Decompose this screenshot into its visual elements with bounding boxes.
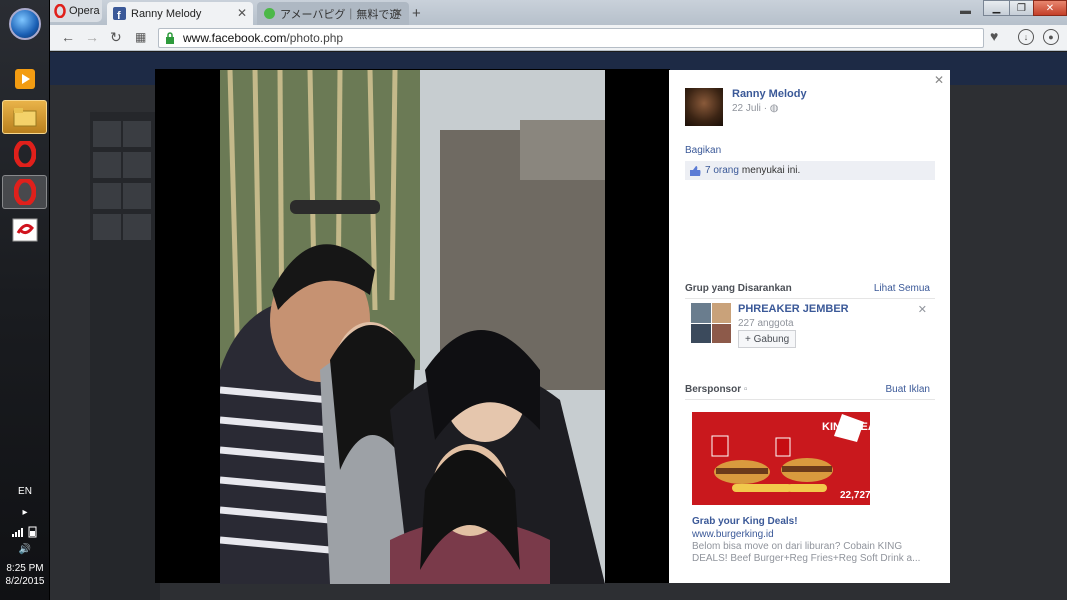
signal-icon [12,526,37,538]
speed-dial-grid-icon[interactable]: ▦ [135,30,146,44]
opera-browser-window: Opera f Ranny Melody ✕ アメーバピグ｜無料で遊 ✕ + ▬… [50,0,1067,600]
address-bar: ← → ↻ ▦ www.facebook.com/photo.php ♥ ↓ ● [50,25,1067,51]
svg-text:f: f [117,10,121,20]
likes-summary: 7 orang menyukai ini. [685,161,935,180]
url-field[interactable]: www.facebook.com/photo.php [158,28,984,48]
create-ad-link[interactable]: Buat Iklan [886,384,930,395]
share-link[interactable]: Bagikan [685,145,721,156]
new-tab-plus-icon[interactable]: + [412,5,421,22]
group-photo-tile [691,323,711,343]
media-player-taskbar-icon[interactable] [2,62,47,96]
thumbnail [123,152,151,178]
divider [685,399,935,400]
group-name-link[interactable]: PHREAKER JEMBER [738,303,849,315]
group-photo-tile [711,303,731,323]
tab-ameba-pigg[interactable]: アメーバピグ｜無料で遊 ✕ [257,2,409,25]
facebook-favicon-icon: f [113,7,126,20]
thumbnail [93,214,121,240]
suggested-groups-title: Grup yang Disarankan [685,283,792,294]
tab-label: Ranny Melody [131,7,202,20]
audience-globe-icon[interactable]: · ◍ [764,103,779,114]
poster-avatar[interactable] [685,88,723,126]
opera-active-taskbar-icon[interactable] [2,175,47,209]
thumbs-up-icon [690,165,701,176]
group-photo-tile [711,323,731,343]
system-clock[interactable]: 8:25 PM 8/2/2015 [0,562,50,588]
close-tab-icon[interactable]: ✕ [393,6,403,20]
back-arrow-icon[interactable]: ← [61,29,75,45]
ad-choices-icon[interactable]: ▫ [744,384,748,395]
group-photo[interactable] [691,303,731,343]
url-path: /photo.php [286,31,344,45]
ad-price-text: 22,727 [840,490,870,501]
download-icon[interactable]: ↓ [1018,29,1034,45]
opera-logo-icon [13,141,36,167]
close-viewer-icon[interactable]: ✕ [934,73,944,87]
start-button[interactable] [9,8,41,40]
tab-bar: Opera f Ranny Melody ✕ アメーバピグ｜無料で遊 ✕ + ▬… [50,0,1067,25]
lock-icon [166,32,174,44]
opera-logo-icon [54,4,66,18]
reload-icon[interactable]: ↻ [110,29,122,46]
ad-image[interactable]: KING DEALS 22,727 [692,412,870,505]
smartfren-icon [12,218,37,242]
minimize-button[interactable]: ▁ [983,0,1010,16]
language-indicator[interactable]: EN [0,486,50,497]
poster-name-link[interactable]: Ranny Melody [732,88,807,100]
sponsored-label: Bersponsor [685,384,742,395]
thumbnail [123,183,151,209]
forward-arrow-icon[interactable]: → [85,29,99,45]
ad-url-link[interactable]: www.burgerking.id [692,529,774,540]
thumbnail [123,121,151,147]
close-tab-icon[interactable]: ✕ [237,6,247,20]
ad-banner-text: KING DEALS [822,421,870,433]
tray-icons[interactable] [0,526,50,541]
tab-ranny-melody[interactable]: f Ranny Melody ✕ [107,2,253,25]
divider [685,298,935,299]
thumbnail [93,121,121,147]
clock-date: 8/2/2015 [5,576,45,587]
facebook-page-dimmed: ✕ Ranny Melody 22 Juli · ◍ Bagikan 7 ora… [50,52,1067,600]
join-group-button[interactable]: + Gabung [738,330,797,348]
group-member-count: 227 anggota [738,318,794,329]
photo-info-panel: ✕ Ranny Melody 22 Juli · ◍ Bagikan 7 ora… [669,70,950,583]
opera-logo-icon [13,179,36,205]
clock-time: 8:25 PM [6,563,44,574]
smartfren-taskbar-icon[interactable] [2,213,47,247]
opera-taskbar-icon[interactable] [2,137,47,171]
file-explorer-taskbar-icon[interactable] [2,100,47,134]
opera-menu-label: Opera [69,5,100,17]
tab-menu-icon[interactable]: ▬ [960,5,971,17]
heart-bookmark-icon[interactable]: ♥ [990,28,998,44]
photo-image[interactable] [220,70,605,584]
dimmed-photo-thumbnails [92,120,152,244]
restore-button[interactable]: ❐ [1009,0,1034,16]
ameba-favicon-icon [264,8,275,19]
thumbnail [93,152,121,178]
dismiss-group-icon[interactable]: ✕ [918,303,927,316]
post-date: 22 Juli [732,103,761,114]
family-selfie-photo [220,70,605,584]
thumbnail [93,183,121,209]
volume-icon[interactable]: 🔊 [0,544,50,555]
close-window-button[interactable]: ✕ [1033,0,1067,16]
url-host: www.facebook.com [183,31,287,45]
account-icon[interactable]: ● [1043,29,1059,45]
thumbnail [123,214,151,240]
opera-menu-button[interactable]: Opera [50,0,102,22]
group-photo-tile [691,303,711,323]
likes-suffix: menyukai ini. [741,165,801,176]
ad-title-link[interactable]: Grab your King Deals! [692,516,798,527]
folder-icon [13,108,36,127]
post-timestamp[interactable]: 22 Juli · ◍ [732,103,779,114]
likes-count-link[interactable]: 7 orang [705,165,739,176]
windows-taskbar: EN ▸ 🔊 8:25 PM 8/2/2015 [0,0,50,600]
burger-king-ad-graphic: KING DEALS 22,727 [692,412,870,505]
tab-label: アメーバピグ｜無料で遊 [280,8,401,21]
media-player-icon [14,69,35,89]
see-all-link[interactable]: Lihat Semua [874,283,930,294]
tray-expand-icon[interactable]: ▸ [0,507,50,518]
ad-description: Belom bisa move on dari liburan? Cobain … [692,541,921,564]
sponsored-title: Bersponsor ▫ [685,384,747,395]
